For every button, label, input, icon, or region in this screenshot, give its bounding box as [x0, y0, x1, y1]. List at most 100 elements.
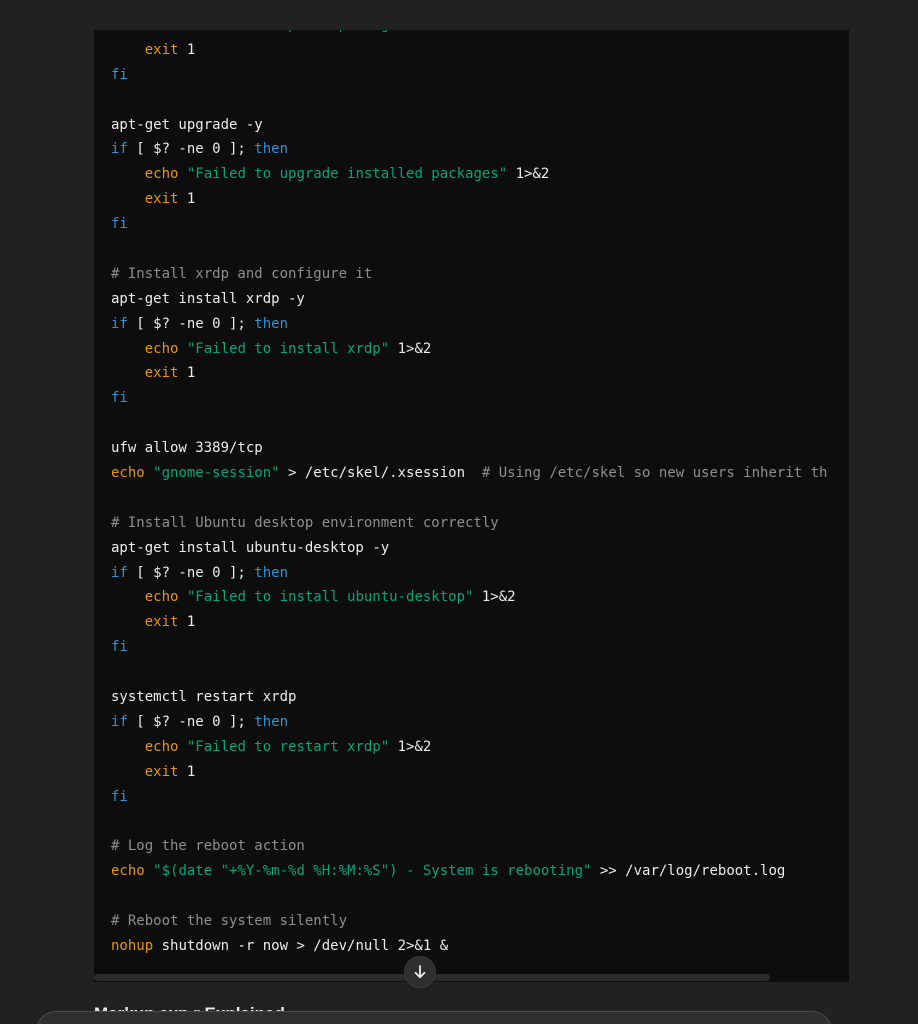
code-line: apt-get install ubuntu-desktop -y: [111, 536, 827, 561]
code-line: apt-get install xrdp -y: [111, 287, 827, 312]
code-line: if [ $? -ne 0 ]; then: [111, 312, 827, 337]
code-line: ufw allow 3389/tcp: [111, 436, 827, 461]
code-token-builtin: echo: [145, 30, 179, 33]
message-composer[interactable]: [36, 1011, 832, 1024]
code-content: echo "Failed to update package list" 1>&…: [111, 30, 827, 959]
code-line: echo "Failed to install ubuntu-desktop" …: [111, 585, 827, 610]
code-token-plain: systemctl restart xrdp: [111, 689, 297, 706]
code-token-builtin: exit: [144, 41, 179, 58]
code-scroll-area[interactable]: echo "Failed to update package list" 1>&…: [94, 30, 849, 975]
code-token-plain: 1>&2: [448, 30, 491, 33]
code-line: echo "$(date "+%Y-%m-%d %H:%M:%S") - Sys…: [111, 859, 827, 884]
code-line: fi: [111, 386, 827, 411]
code-token-plain: ufw allow 3389/tcp: [111, 440, 263, 457]
code-token-plain: apt-get install ubuntu-desktop -y: [111, 539, 390, 556]
code-line: if [ $? -ne 0 ]; then: [111, 561, 827, 586]
code-token-string: "Failed to update package list": [187, 30, 448, 33]
code-token-comment: # Install Ubuntu desktop environment cor…: [111, 514, 499, 531]
code-token-plain: 1>&2: [507, 166, 550, 183]
code-line: exit 1: [111, 187, 827, 212]
code-token-builtin: echo: [144, 738, 179, 755]
code-token-string: "Failed to install ubuntu-desktop": [186, 589, 474, 606]
code-token-builtin: nohup: [111, 937, 154, 954]
scroll-to-bottom-button[interactable]: [404, 956, 436, 988]
code-token-keyword: fi: [111, 788, 128, 805]
code-token-plain: [ $? -ne 0 ];: [127, 564, 255, 581]
code-token-keyword: then: [254, 315, 289, 332]
code-token-plain: 1>&2: [389, 340, 432, 357]
code-line: nohup shutdown -r now > /dev/null 2>&1 &: [111, 934, 827, 959]
code-token-keyword: then: [254, 713, 289, 730]
code-token-comment: # Log the reboot action: [111, 838, 305, 855]
code-token-plain: [ $? -ne 0 ];: [127, 713, 255, 730]
code-token-plain: 1: [178, 191, 196, 208]
code-line: # Log the reboot action: [111, 834, 827, 859]
code-line: echo "Failed to install xrdp" 1>&2: [111, 337, 827, 362]
code-line: systemctl restart xrdp: [111, 685, 827, 710]
code-line: echo "Failed to restart xrdp" 1>&2: [111, 735, 827, 760]
code-token-comment: # Reboot the system silently: [111, 913, 348, 930]
code-token-builtin: echo: [111, 465, 145, 482]
arrow-down-icon: [412, 964, 428, 980]
code-token-string: "gnome-session": [153, 465, 280, 482]
code-token-builtin: exit: [144, 191, 179, 208]
code-line: # Install Ubuntu desktop environment cor…: [111, 511, 827, 536]
code-line: fi: [111, 212, 827, 237]
code-token-builtin: echo: [144, 166, 179, 183]
code-token-builtin: exit: [144, 763, 179, 780]
code-token-keyword: fi: [111, 216, 128, 233]
code-token-plain: apt-get upgrade -y: [111, 116, 263, 133]
code-token-builtin: echo: [144, 340, 179, 357]
code-line: echo "Failed to upgrade installed packag…: [111, 162, 827, 187]
code-token-builtin: echo: [144, 589, 179, 606]
code-token-keyword: fi: [111, 390, 128, 407]
code-token-string: "Failed to upgrade installed packages": [186, 166, 508, 183]
code-token-plain: 1: [178, 614, 196, 631]
code-line: exit 1: [111, 38, 827, 63]
code-line: apt-get upgrade -y: [111, 113, 827, 138]
code-token-plain: >> /var/log/reboot.log: [591, 863, 786, 880]
code-line: exit 1: [111, 760, 827, 785]
code-token-string: "Failed to restart xrdp": [186, 738, 390, 755]
code-block: echo "Failed to update package list" 1>&…: [94, 30, 849, 982]
code-line: if [ $? -ne 0 ]; then: [111, 710, 827, 735]
code-token-plain: 1>&2: [473, 589, 516, 606]
code-token-keyword: if: [111, 713, 128, 730]
code-line: fi: [111, 63, 827, 88]
code-token-keyword: fi: [111, 639, 128, 656]
code-token-comment: # Using /etc/skel so new users inherit t…: [481, 465, 828, 482]
code-token-plain: > /etc/skel/.xsession: [279, 465, 482, 482]
code-token-plain: 1: [178, 365, 196, 382]
code-token-keyword: if: [111, 564, 128, 581]
code-line: fi: [111, 635, 827, 660]
code-token-builtin: exit: [144, 365, 179, 382]
code-token-builtin: echo: [111, 863, 145, 880]
code-line: echo "Failed to update package list" 1>&…: [111, 30, 827, 38]
code-line: echo "gnome-session" > /etc/skel/.xsessi…: [111, 461, 827, 486]
code-token-keyword: fi: [111, 66, 128, 83]
code-token-plain: [ $? -ne 0 ];: [127, 315, 255, 332]
clipped-heading: Markup exp r Explained: [94, 1004, 285, 1011]
